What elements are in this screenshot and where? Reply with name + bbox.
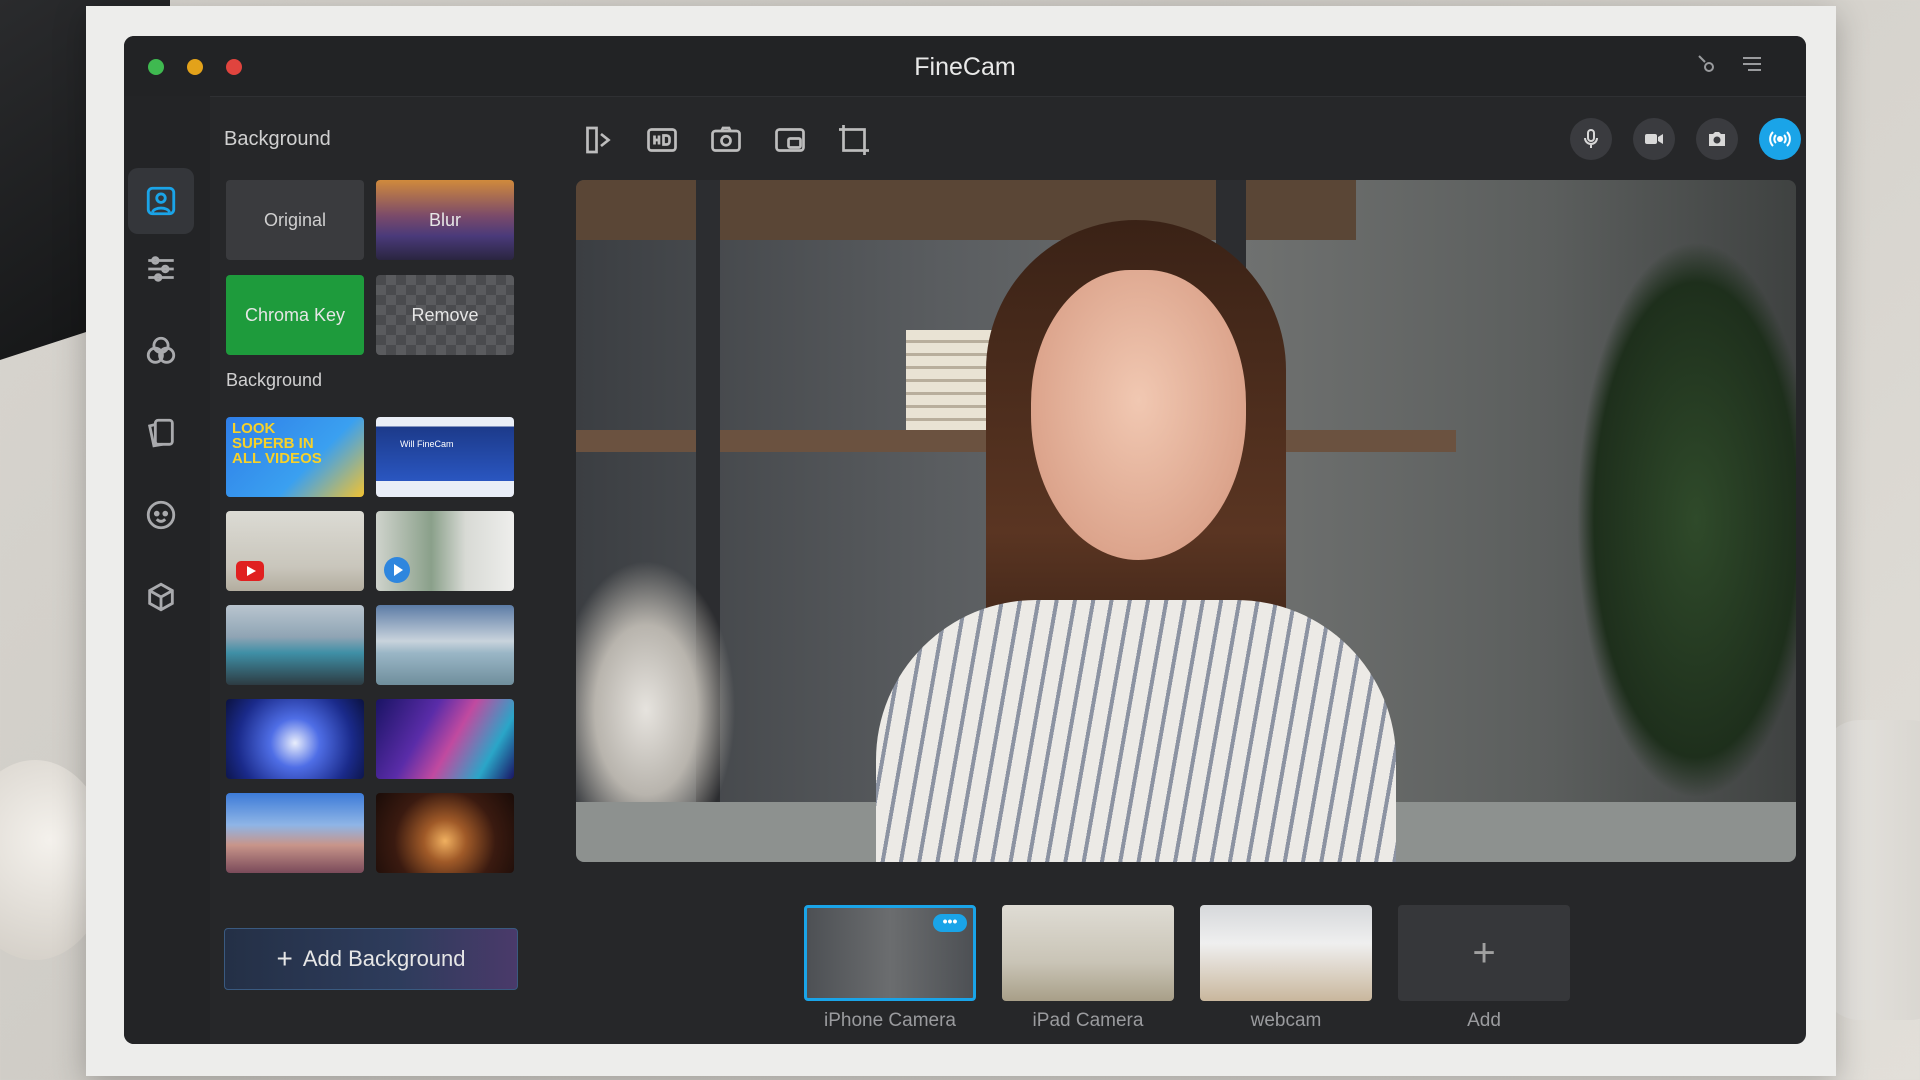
person-shirt	[876, 600, 1396, 862]
youtube-play-icon	[236, 561, 264, 581]
camera-label: iPad Camera	[1032, 1010, 1144, 1031]
rail-adjust-button[interactable]	[128, 236, 194, 302]
camera-preview	[576, 180, 1796, 862]
live-broadcast-button[interactable]	[1759, 118, 1801, 160]
thumb-caption: LOOK SUPERB IN ALL VIDEOS	[232, 420, 322, 467]
rail-avatar-button[interactable]	[128, 482, 194, 548]
pointer-tool-icon[interactable]	[1692, 52, 1720, 80]
menu-icon[interactable]	[1738, 52, 1766, 80]
3d-cube-icon	[148, 582, 174, 612]
more-options-icon[interactable]: •••	[933, 914, 967, 932]
snapshot-button[interactable]	[1696, 118, 1738, 160]
video-record-icon	[1645, 134, 1663, 144]
rail-background-button[interactable]	[128, 168, 194, 234]
camera-label: iPhone Camera	[823, 1010, 957, 1031]
finecam-window: FineCam Background Original Blur Chroma …	[124, 36, 1806, 1044]
pip-button[interactable]	[772, 122, 808, 158]
cards-icon	[147, 418, 174, 448]
window-title: FineCam	[914, 53, 1016, 81]
plant	[1576, 240, 1796, 800]
person-face	[1031, 270, 1246, 560]
plus-icon: +	[1472, 930, 1496, 975]
sliders-icon	[148, 256, 174, 282]
camera-iphone[interactable]: •••	[804, 905, 976, 1001]
preset-remove[interactable]: Remove	[376, 275, 514, 355]
switch-camera-icon	[711, 126, 741, 152]
plus-icon: +	[276, 943, 293, 974]
video-play-icon	[384, 557, 410, 583]
camera-ipad[interactable]	[1002, 905, 1174, 1001]
mirror-button[interactable]	[580, 122, 616, 158]
background-thumb-1[interactable]: LOOK SUPERB IN ALL VIDEOS	[226, 417, 364, 497]
microphone-icon	[1584, 129, 1598, 148]
background-thumb-2[interactable]: Will FineCam	[376, 417, 514, 497]
add-background-button[interactable]: + Add Background	[224, 928, 518, 990]
crop-icon	[839, 125, 869, 155]
switch-camera-button[interactable]	[708, 122, 744, 158]
add-camera-button[interactable]: +	[1398, 905, 1570, 1001]
panel-title: Background	[224, 128, 331, 150]
preset-original[interactable]: Original	[226, 180, 364, 260]
add-background-label: Add Background	[302, 946, 466, 971]
left-rail	[124, 96, 210, 1044]
preset-blur[interactable]: Blur	[376, 180, 514, 260]
title-bar: FineCam	[124, 36, 1806, 97]
rail-cards-button[interactable]	[128, 400, 194, 466]
camera-webcam[interactable]	[1200, 905, 1372, 1001]
hd-icon	[647, 128, 677, 152]
pip-icon	[775, 128, 805, 152]
background-thumb-3[interactable]	[226, 511, 364, 591]
thumb-caption: Will FineCam	[400, 439, 454, 449]
library-title: Background	[226, 370, 323, 390]
record-button[interactable]	[1633, 118, 1675, 160]
avatar-icon	[146, 500, 176, 530]
rail-filters-button[interactable]	[128, 318, 194, 384]
hd-button[interactable]	[644, 122, 680, 158]
camera-label: Add	[1467, 1010, 1501, 1031]
background-thumb-7[interactable]	[226, 699, 364, 779]
microphone-button[interactable]	[1570, 118, 1612, 160]
camera-label: webcam	[1250, 1010, 1322, 1031]
background-thumb-5[interactable]	[226, 605, 364, 685]
portrait-icon	[146, 186, 176, 216]
snapshot-icon	[1709, 132, 1725, 146]
rail-3d-button[interactable]	[128, 564, 194, 630]
live-broadcast-icon	[1769, 131, 1791, 147]
mirror-icon	[586, 126, 611, 154]
filters-icon	[146, 336, 176, 364]
background-thumb-8[interactable]	[376, 699, 514, 779]
background-thumb-10[interactable]	[376, 793, 514, 873]
background-thumb-9[interactable]	[226, 793, 364, 873]
crop-button[interactable]	[836, 122, 872, 158]
preset-chroma-key[interactable]: Chroma Key	[226, 275, 364, 355]
background-thumb-4[interactable]	[376, 511, 514, 591]
background-thumb-6[interactable]	[376, 605, 514, 685]
